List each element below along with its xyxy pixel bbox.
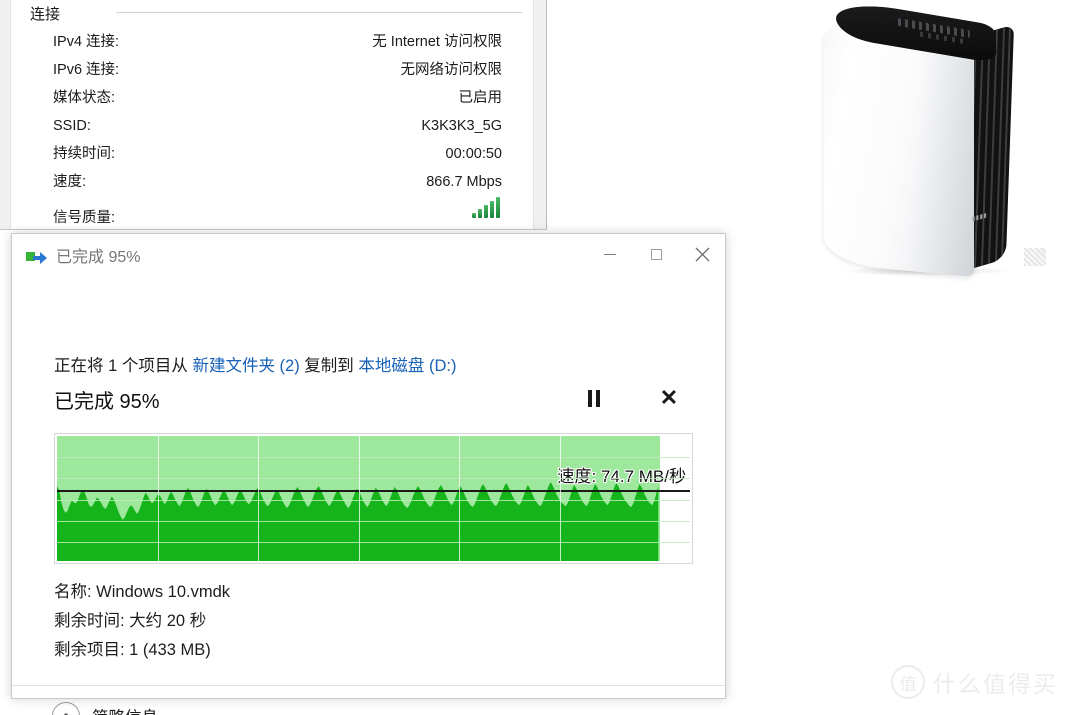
dialog-title-bar[interactable]: 已完成 95%: [12, 234, 725, 282]
average-speed-line: [57, 490, 690, 492]
media-state-value: 已启用: [458, 90, 503, 106]
operation-middle: 复制到: [304, 357, 354, 375]
ssid-label: SSID:: [53, 118, 91, 134]
table-row: 持续时间: 00:00:50: [0, 140, 546, 168]
detail-time-remaining: 剩余时间: 大约 20 秒: [54, 612, 207, 630]
graph-gridline-v: [359, 436, 360, 561]
graph-gridline-v: [158, 436, 159, 561]
graph-gridline-v: [459, 436, 460, 561]
router-product-photo: ▮▮▮▮: [800, 0, 1050, 290]
screenshot-root: 连接 IPv4 连接: 无 Internet 访问权限 IPv6 连接: 无网络…: [0, 0, 1080, 715]
signal-bars-icon: [472, 197, 500, 218]
connection-group-title: 连接: [30, 6, 61, 23]
duration-label: 持续时间:: [53, 146, 116, 162]
connection-detail-rows: IPv4 连接: 无 Internet 访问权限 IPv6 连接: 无网络访问权…: [0, 28, 546, 230]
operation-prefix: 正在将 1 个项目从: [54, 357, 188, 375]
graph-gridline-h: [57, 500, 690, 501]
transfer-speed-graph: 速度: 74.7 MB/秒: [54, 433, 693, 564]
copy-progress-dialog: 已完成 95% 正在将 1 个项目从 新建文件夹 (2) 复制到 本地磁盘 (D…: [11, 233, 726, 715]
link-speed-label: 速度:: [53, 174, 87, 190]
detail-name: 名称: Windows 10.vmdk: [54, 583, 231, 601]
close-button[interactable]: [679, 234, 725, 274]
destination-drive-link[interactable]: 本地磁盘 (D:): [358, 357, 456, 375]
signal-quality-label: 信号质量:: [53, 210, 116, 226]
operation-description: 正在将 1 个项目从 新建文件夹 (2) 复制到 本地磁盘 (D:): [54, 352, 456, 376]
transfer-details: 名称: Windows 10.vmdk 剩余时间: 大约 20 秒 剩余项目: …: [54, 578, 230, 665]
close-icon: [695, 247, 709, 261]
speed-annotation: 速度: 74.7 MB/秒: [557, 467, 686, 486]
ipv4-value: 无 Internet 访问权限: [372, 34, 502, 50]
graph-gridline-h: [57, 542, 690, 543]
site-watermark: 值 什么值得买: [891, 665, 1058, 699]
table-row: 信号质量:: [0, 196, 546, 230]
ipv6-value: 无网络访问权限: [400, 62, 503, 78]
copy-icon: [26, 250, 48, 266]
media-state-label: 媒体状态:: [53, 90, 116, 106]
table-row: 速度: 866.7 Mbps: [0, 168, 546, 196]
graph-gridline-v: [258, 436, 259, 561]
minimize-button[interactable]: [587, 234, 633, 274]
link-speed-value: 866.7 Mbps: [426, 174, 502, 190]
graph-plot-area: 速度: 74.7 MB/秒: [57, 436, 690, 561]
ipv6-label: IPv6 连接:: [53, 62, 120, 78]
graph-gridline-h: [57, 521, 690, 522]
source-folder-link[interactable]: 新建文件夹 (2): [192, 357, 299, 375]
maximize-button[interactable]: [633, 234, 679, 274]
table-row: SSID: K3K3K3_5G: [0, 112, 546, 140]
dialog-title: 已完成 95%: [56, 249, 141, 266]
connection-group-divider: [116, 12, 522, 13]
cancel-icon: ✕: [659, 385, 679, 410]
graph-gridline-v: [560, 436, 561, 561]
duration-value: 00:00:50: [445, 146, 502, 162]
pause-button[interactable]: [577, 382, 611, 414]
table-row: IPv4 连接: 无 Internet 访问权限: [0, 28, 546, 56]
less-details-label: 简略信息: [92, 704, 158, 715]
pause-icon: [588, 389, 600, 407]
maximize-icon: [650, 248, 662, 260]
less-details-toggle[interactable]: 简略信息: [52, 702, 158, 715]
progress-percent-text: 已完成 95%: [54, 391, 160, 413]
cancel-button[interactable]: ✕: [652, 382, 686, 414]
watermark-text: 什么值得买: [933, 672, 1058, 698]
network-status-window: 连接 IPv4 连接: 无 Internet 访问权限 IPv6 连接: 无网络…: [0, 0, 547, 230]
ssid-value: K3K3K3_5G: [421, 118, 502, 134]
minimize-icon: [604, 253, 616, 255]
table-row: 媒体状态: 已启用: [0, 84, 546, 112]
image-corner-watermark: [1024, 248, 1046, 266]
table-row: IPv6 连接: 无网络访问权限: [0, 56, 546, 84]
window-controls: [587, 234, 725, 274]
footer-divider: [12, 685, 725, 686]
detail-items-remaining: 剩余项目: 1 (433 MB): [54, 641, 211, 659]
graph-gridline-h: [57, 457, 690, 458]
graph-gridline-h: [57, 478, 690, 479]
chevron-up-icon: [52, 702, 80, 715]
ipv4-label: IPv4 连接:: [53, 34, 120, 50]
watermark-logo-icon: 值: [891, 665, 925, 699]
